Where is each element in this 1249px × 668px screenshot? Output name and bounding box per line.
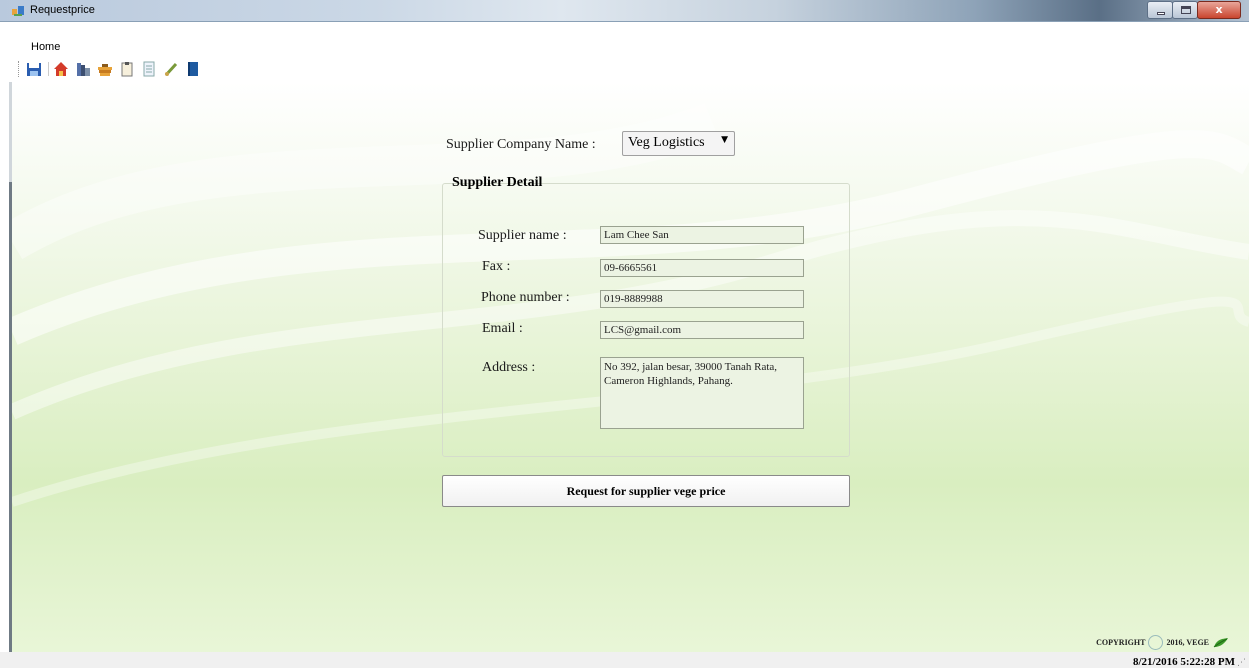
app-icon — [12, 6, 24, 16]
supplier-name-label: Supplier name : — [478, 228, 567, 243]
status-bar — [0, 652, 1249, 668]
address-field[interactable]: No 392, jalan besar, 39000 Tanah Rata, C… — [600, 357, 804, 429]
minimize-button[interactable] — [1147, 1, 1173, 19]
supplier-name-field[interactable]: Lam Chee San — [600, 226, 804, 244]
supplier-company-value: Veg Logistics — [628, 135, 705, 150]
book-icon[interactable] — [185, 61, 201, 77]
fax-field[interactable]: 09-6665561 — [600, 259, 804, 277]
leaf-logo-icon — [1213, 637, 1228, 647]
clipboard-icon[interactable] — [119, 61, 135, 77]
supplier-company-select[interactable]: Veg Logistics ▼ — [622, 131, 735, 156]
dropdown-arrow-icon: ▼ — [721, 135, 728, 145]
close-icon: x — [1215, 3, 1223, 16]
toolbar-separator — [48, 62, 49, 76]
menu-bar: Home — [0, 22, 1249, 58]
copyright-icon — [1148, 635, 1164, 650]
books-icon[interactable] — [75, 61, 91, 77]
document-icon[interactable] — [141, 61, 157, 77]
supplier-company-label: Supplier Company Name : — [446, 137, 596, 152]
toolbar — [18, 59, 207, 79]
supplier-detail-title: Supplier Detail — [452, 175, 543, 190]
close-button[interactable]: x — [1197, 1, 1241, 19]
request-price-button[interactable]: Request for supplier vege price — [442, 475, 850, 507]
maximize-button[interactable] — [1172, 1, 1198, 19]
status-datetime: 8/21/2016 5:22:28 PM — [1132, 656, 1235, 668]
window-title: Requestprice — [30, 4, 95, 16]
email-field[interactable]: LCS@gmail.com — [600, 321, 804, 339]
copyright-suffix: 2016, VEGE — [1166, 638, 1209, 647]
size-grip-icon[interactable]: ⋰ — [1237, 658, 1246, 668]
phone-number-label: Phone number : — [481, 290, 570, 305]
fax-label: Fax : — [482, 259, 511, 274]
phone-number-field[interactable]: 019-8889988 — [600, 290, 804, 308]
toolbar-grip[interactable] — [18, 61, 21, 77]
title-bar[interactable]: Requestprice x — [0, 0, 1249, 22]
home-icon[interactable] — [53, 61, 69, 77]
maximize-icon — [1181, 6, 1191, 14]
address-label: Address : — [482, 360, 536, 375]
minimize-icon — [1157, 12, 1165, 15]
email-label: Email : — [482, 321, 523, 336]
menu-home-label[interactable]: Home — [31, 41, 60, 53]
main-panel: Supplier Company Name : Veg Logistics ▼ … — [12, 82, 1249, 656]
stack-icon[interactable] — [97, 61, 113, 77]
copyright-prefix: COPYRIGHT — [1096, 638, 1146, 647]
save-icon[interactable] — [26, 61, 42, 77]
copyright-notice: COPYRIGHT 2016, VEGE — [1096, 635, 1229, 650]
brush-icon[interactable] — [163, 61, 179, 77]
